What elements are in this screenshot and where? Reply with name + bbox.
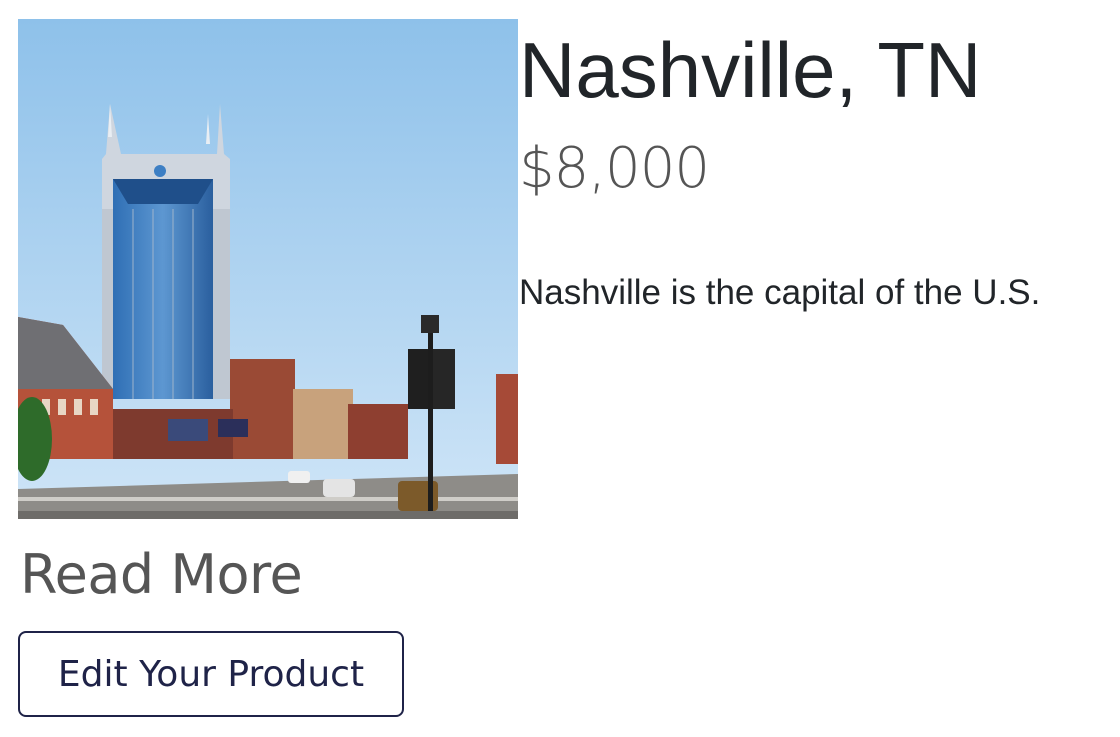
- product-description: Nashville is the capital of the U.S.: [519, 273, 1041, 312]
- product-info: Nashville, TN $8,000 Nashville is the ca…: [519, 19, 1119, 313]
- product-image: [18, 19, 518, 519]
- edit-product-button[interactable]: Edit Your Product: [18, 631, 404, 717]
- product-price: $8,000: [519, 136, 710, 201]
- read-more-link[interactable]: Read More: [20, 543, 303, 608]
- nashville-skyline-image: [18, 19, 518, 519]
- product-title: Nashville, TN: [519, 26, 982, 114]
